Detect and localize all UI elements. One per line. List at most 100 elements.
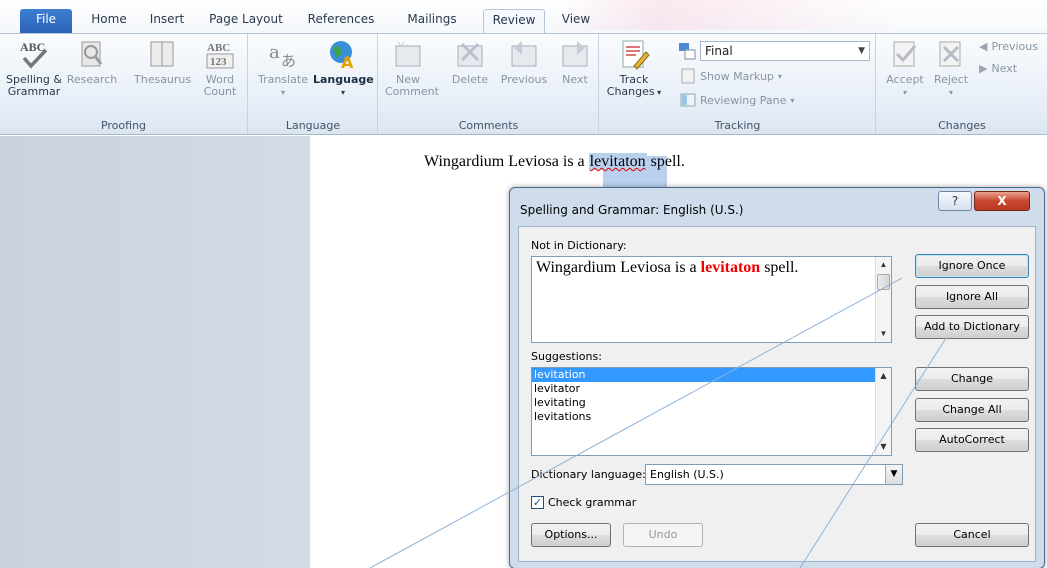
- track-changes-button[interactable]: Track Changes ▾: [606, 38, 662, 99]
- next-change-button[interactable]: ▶ Next: [979, 62, 1017, 75]
- checkbox-checked-icon[interactable]: ✓: [531, 496, 544, 509]
- scroll-down-icon[interactable]: ▼: [876, 326, 891, 342]
- new-comment-label-2: Comment: [385, 85, 439, 98]
- left-margin-pane: [0, 136, 308, 568]
- tab-references[interactable]: References: [300, 9, 382, 34]
- reviewing-pane-icon: [680, 93, 696, 107]
- change-all-button[interactable]: Change All: [915, 398, 1029, 422]
- chevron-down-icon[interactable]: ▼: [885, 465, 902, 484]
- tab-home[interactable]: Home: [84, 9, 134, 34]
- suggestions-scrollbar[interactable]: ▲ ▼: [875, 368, 891, 455]
- reject-change-icon: [939, 41, 961, 67]
- dictionary-language-value: English (U.S.): [650, 468, 724, 481]
- previous-comment-label: Previous: [500, 73, 548, 86]
- previous-comment-icon: [511, 41, 537, 67]
- display-for-review-value: Final: [705, 44, 733, 58]
- scroll-thumb[interactable]: [877, 274, 890, 290]
- group-label-proofing: Proofing: [100, 119, 147, 132]
- help-button[interactable]: ?: [938, 191, 972, 211]
- autocorrect-button[interactable]: AutoCorrect: [915, 428, 1029, 452]
- next-comment-icon: [562, 41, 588, 67]
- thesaurus-label: Thesaurus: [134, 73, 192, 86]
- not-in-dictionary-label: Not in Dictionary:: [531, 239, 627, 252]
- reject-dropdown-icon: ▾: [948, 88, 953, 97]
- delete-comment-icon: [457, 42, 483, 67]
- show-markup-icon: [681, 68, 695, 84]
- check-grammar-checkbox[interactable]: ✓ Check grammar: [531, 496, 636, 509]
- tab-mailings[interactable]: Mailings: [400, 9, 464, 34]
- suggestions-list[interactable]: levitation levitator levitating levitati…: [531, 367, 892, 456]
- chevron-down-icon: ▼: [858, 46, 865, 56]
- globe-language-icon: A: [330, 41, 354, 70]
- tab-review[interactable]: Review: [483, 9, 545, 35]
- reviewing-pane-button[interactable]: Reviewing Pane ▾: [680, 92, 794, 108]
- ignore-once-button[interactable]: Ignore Once: [915, 254, 1029, 278]
- close-button[interactable]: X: [974, 191, 1030, 211]
- group-changes: Accept ▾ Reject ▾ ◀ Previous ▶ Next Chan…: [877, 34, 1047, 134]
- ribbon: ABC Spelling & Grammar Research Thesauru…: [0, 33, 1047, 135]
- accept-dropdown-icon: ▾: [902, 88, 907, 97]
- language-button[interactable]: A Language ▾: [313, 38, 374, 99]
- textbox-scrollbar[interactable]: ▲ ▼: [875, 257, 891, 342]
- next-comment-label: Next: [562, 73, 588, 86]
- suggestion-item[interactable]: levitator: [532, 382, 891, 396]
- group-label-changes: Changes: [938, 119, 986, 132]
- word-count-label-2: Count: [203, 85, 237, 98]
- group-proofing: ABC Spelling & Grammar Research Thesauru…: [0, 34, 248, 134]
- word-count-button[interactable]: ABC 123 Word Count: [198, 38, 242, 98]
- svg-text:ABC: ABC: [20, 40, 45, 54]
- spelling-grammar-button[interactable]: ABC Spelling & Grammar: [6, 38, 62, 98]
- undo-button[interactable]: Undo: [623, 523, 703, 547]
- accept-label: Accept: [886, 73, 924, 86]
- dialog-title: Spelling and Grammar: English (U.S.): [520, 203, 744, 217]
- tab-view[interactable]: View: [553, 9, 599, 34]
- change-button[interactable]: Change: [915, 367, 1029, 391]
- check-grammar-label: Check grammar: [548, 496, 637, 509]
- suggestion-item[interactable]: levitating: [532, 396, 891, 410]
- track-changes-label-2: Changes: [606, 85, 655, 98]
- suggestion-item[interactable]: levitation: [532, 368, 876, 382]
- ignore-all-button[interactable]: Ignore All: [915, 285, 1029, 309]
- previous-change-button[interactable]: ◀ Previous: [979, 40, 1038, 53]
- document-text-before: Wingardium Leviosa is a: [424, 153, 589, 170]
- tab-page-layout[interactable]: Page Layout: [200, 9, 292, 34]
- svg-text:A: A: [341, 53, 354, 70]
- group-label-comments: Comments: [458, 119, 519, 132]
- scroll-down-icon[interactable]: ▼: [876, 439, 891, 455]
- show-markup-button[interactable]: Show Markup ▾: [680, 68, 782, 84]
- not-in-dictionary-textbox[interactable]: Wingardium Leviosa is a levitaton spell.…: [531, 256, 892, 343]
- thesaurus-button[interactable]: Thesaurus: [134, 38, 192, 86]
- scroll-up-icon[interactable]: ▲: [876, 257, 891, 273]
- svg-text:あ: あ: [281, 52, 296, 70]
- close-icon: X: [997, 194, 1007, 208]
- translate-button[interactable]: a あ Translate ▾: [255, 38, 311, 99]
- misspelled-word[interactable]: levitaton: [588, 153, 647, 170]
- delete-comment-button[interactable]: Delete: [447, 38, 493, 86]
- cancel-button[interactable]: Cancel: [915, 523, 1029, 547]
- language-label: Language: [313, 73, 374, 86]
- language-dropdown-icon: ▾: [340, 88, 345, 97]
- next-change-icon: ▶: [979, 62, 988, 75]
- new-comment-button[interactable]: New Comment: [385, 38, 439, 98]
- translate-dropdown-icon: ▾: [280, 88, 285, 97]
- show-markup-label: Show Markup: [700, 69, 774, 83]
- group-tracking: Track Changes ▾ Final ▼ Show Markup ▾ Re…: [600, 34, 876, 134]
- dictionary-language-select[interactable]: English (U.S.) ▼: [645, 464, 903, 485]
- research-button[interactable]: Research: [66, 38, 118, 86]
- suggestions-label: Suggestions:: [531, 350, 602, 363]
- tab-file[interactable]: File: [20, 9, 72, 33]
- next-comment-button[interactable]: Next: [555, 38, 595, 86]
- options-button[interactable]: Options...: [531, 523, 611, 547]
- research-label: Research: [66, 73, 118, 86]
- reject-button[interactable]: Reject ▾: [929, 38, 973, 99]
- accept-button[interactable]: Accept ▾: [883, 38, 927, 99]
- previous-change-icon: ◀: [979, 40, 988, 53]
- suggestion-item[interactable]: levitations: [532, 410, 891, 424]
- previous-comment-button[interactable]: Previous: [497, 38, 551, 86]
- add-to-dictionary-button[interactable]: Add to Dictionary: [915, 315, 1029, 339]
- scroll-up-icon[interactable]: ▲: [876, 368, 891, 384]
- tab-insert[interactable]: Insert: [142, 9, 192, 34]
- display-for-review-select[interactable]: Final ▼: [700, 41, 870, 61]
- document-text[interactable]: Wingardium Leviosa is a levitaton spell.: [424, 153, 685, 171]
- svg-text:123: 123: [210, 56, 227, 68]
